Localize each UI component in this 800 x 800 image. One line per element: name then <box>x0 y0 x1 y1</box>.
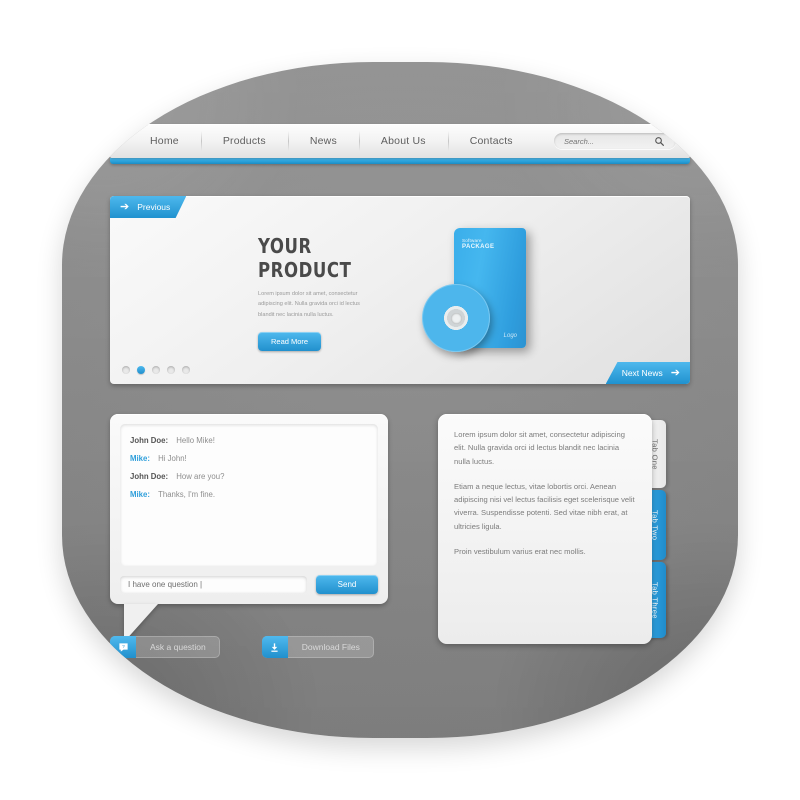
chat-author: Mike: <box>130 454 150 463</box>
search-box[interactable] <box>554 133 676 149</box>
lower-section: John Doe: Hello Mike! Mike: Hi John! Joh… <box>110 414 690 658</box>
pagination-dot-4[interactable] <box>167 366 175 374</box>
search-input[interactable] <box>554 135 652 147</box>
nav-items: Home Products News About Us Contacts <box>110 124 535 158</box>
svg-text:?: ? <box>122 644 125 650</box>
next-news-label: Next News <box>621 368 663 378</box>
tab-paragraph-3: Proin vestibulum varius erat nec mollis. <box>454 546 586 556</box>
chat-text: Hi John! <box>158 454 187 463</box>
product-slider-banner: ➔ Previous YOUR PRODUCT Lorem ipsum dolo… <box>110 196 690 384</box>
chat-message-input[interactable] <box>120 576 307 593</box>
download-icon <box>261 636 288 658</box>
chat-text: How are you? <box>176 472 225 481</box>
chat-speech-bubble: John Doe: Hello Mike! Mike: Hi John! Joh… <box>110 414 388 642</box>
navigation-bar: Home Products News About Us Contacts <box>110 124 690 158</box>
search-wrapper <box>554 133 676 149</box>
nav-accent-bar <box>110 158 690 164</box>
box-label-big: PACKAGE <box>462 243 495 250</box>
chat-message: John Doe: Hello Mike! <box>130 436 368 445</box>
banner-footer: Next News ➔ <box>110 358 690 384</box>
pillow-product-mockup: Home Products News About Us Contacts Sea… <box>62 62 738 738</box>
chat-message: Mike: Hi John! <box>130 454 368 463</box>
product-title: YOUR PRODUCT <box>258 234 352 282</box>
chat-author: Mike: <box>130 490 150 499</box>
pillow-printed-face: Home Products News About Us Contacts Sea… <box>62 62 738 738</box>
search-icon[interactable] <box>654 134 668 148</box>
download-files-label: Download Files <box>301 642 360 652</box>
pagination-dot-1[interactable] <box>122 366 130 374</box>
nav-item-about-us[interactable]: About Us <box>358 124 448 158</box>
next-news-button[interactable]: Next News ➔ <box>605 362 690 384</box>
arrow-right-icon: ➔ <box>670 366 680 379</box>
pagination-dot-3[interactable] <box>152 366 160 374</box>
arrow-left-icon: ➔ <box>120 200 130 213</box>
box-label-small: Software <box>462 238 482 243</box>
chat-message-list: John Doe: Hello Mike! Mike: Hi John! Joh… <box>120 424 378 566</box>
chat-message: Mike: Thanks, I'm fine. <box>130 490 368 499</box>
nav-item-contacts[interactable]: Contacts <box>447 124 535 158</box>
nav-item-home[interactable]: Home <box>128 124 201 158</box>
chat-column: John Doe: Hello Mike! Mike: Hi John! Joh… <box>110 414 388 658</box>
previous-slide-button[interactable]: ➔ Previous <box>110 196 187 218</box>
screenshot-stage: Home Products News About Us Contacts Sea… <box>0 0 800 800</box>
banner-text-block: YOUR PRODUCT Lorem ipsum dolor sit amet,… <box>258 222 408 358</box>
web-ui-design: Home Products News About Us Contacts Sea… <box>110 124 690 658</box>
banner-body: YOUR PRODUCT Lorem ipsum dolor sit amet,… <box>110 222 690 358</box>
chat-text: Thanks, I'm fine. <box>158 490 216 499</box>
tabs-column: Tab One Tab Two Tab Three Lorem ipsum do… <box>438 414 688 644</box>
previous-label: Previous <box>137 202 171 212</box>
speech-bubble-icon: ? <box>110 636 136 658</box>
nav-item-products[interactable]: Products <box>200 124 288 158</box>
product-description: Lorem ipsum dolor sit amet, consectetur … <box>258 291 360 318</box>
cd-disc-icon <box>422 284 490 352</box>
chat-text: Hello Mike! <box>176 436 215 445</box>
chat-author: John Doe: <box>130 472 169 481</box>
product-artwork: Software PACKAGE Logo <box>416 222 566 358</box>
pagination-dot-2[interactable] <box>137 366 145 374</box>
ask-a-question-button[interactable]: ? Ask a question <box>110 636 220 658</box>
download-files-button[interactable]: Download Files <box>261 636 374 658</box>
box-logo: Logo <box>503 333 517 339</box>
chat-message: John Doe: How are you? <box>130 472 368 481</box>
tab-paragraph-1: Lorem ipsum dolor sit amet, consectetur … <box>454 430 625 466</box>
tab-content-panel: Lorem ipsum dolor sit amet, consectetur … <box>438 414 652 644</box>
slider-pagination <box>122 366 190 374</box>
action-buttons: ? Ask a question Download Files <box>110 636 374 658</box>
nav-item-news[interactable]: News <box>287 124 359 158</box>
chat-input-row: Send <box>120 575 378 594</box>
read-more-button[interactable]: Read More <box>258 332 322 352</box>
chat-author: John Doe: <box>130 436 169 445</box>
tab-paragraph-2: Etiam a neque lectus, vitae lobortis orc… <box>454 481 635 531</box>
ask-a-question-label: Ask a question <box>150 642 206 652</box>
send-button[interactable]: Send <box>316 575 378 594</box>
box-label: Software PACKAGE <box>462 238 494 251</box>
pagination-dot-5[interactable] <box>182 366 190 374</box>
